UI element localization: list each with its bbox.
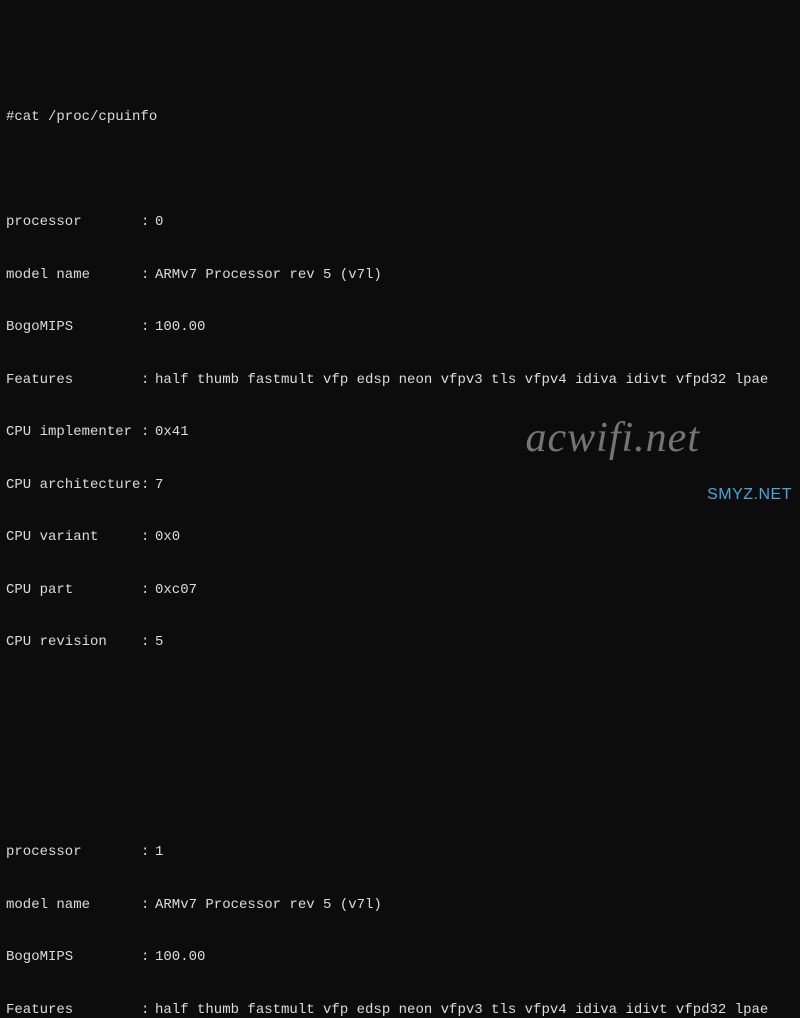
- label: CPU revision: [6, 634, 141, 652]
- value: half thumb fastmult vfp edsp neon vfpv3 …: [155, 1002, 768, 1018]
- label: CPU variant: [6, 529, 141, 547]
- cpu-block: processor:0 model name:ARMv7 Processor r…: [6, 179, 794, 687]
- label: CPU implementer: [6, 424, 141, 442]
- value: half thumb fastmult vfp edsp neon vfpv3 …: [155, 372, 768, 390]
- label: BogoMIPS: [6, 949, 141, 967]
- label: model name: [6, 897, 141, 915]
- cpu-block: processor:1 model name:ARMv7 Processor r…: [6, 809, 794, 1018]
- label: Features: [6, 1002, 141, 1018]
- label: BogoMIPS: [6, 319, 141, 337]
- terminal-output: #cat /proc/cpuinfo processor:0 model nam…: [6, 74, 794, 1018]
- label: Features: [6, 372, 141, 390]
- value: 0x0: [155, 529, 180, 547]
- value: 0x41: [155, 424, 189, 442]
- label: processor: [6, 844, 141, 862]
- value: 0: [155, 214, 163, 232]
- value: 100.00: [155, 949, 205, 967]
- command-line: #cat /proc/cpuinfo: [6, 109, 794, 127]
- value: 1: [155, 844, 163, 862]
- value: ARMv7 Processor rev 5 (v7l): [155, 897, 382, 915]
- label: model name: [6, 267, 141, 285]
- value: 7: [155, 477, 163, 495]
- label: CPU architecture: [6, 477, 141, 495]
- value: 100.00: [155, 319, 205, 337]
- blank-line: [6, 739, 794, 757]
- value: 5: [155, 634, 163, 652]
- value: ARMv7 Processor rev 5 (v7l): [155, 267, 382, 285]
- value: 0xc07: [155, 582, 197, 600]
- label: processor: [6, 214, 141, 232]
- label: CPU part: [6, 582, 141, 600]
